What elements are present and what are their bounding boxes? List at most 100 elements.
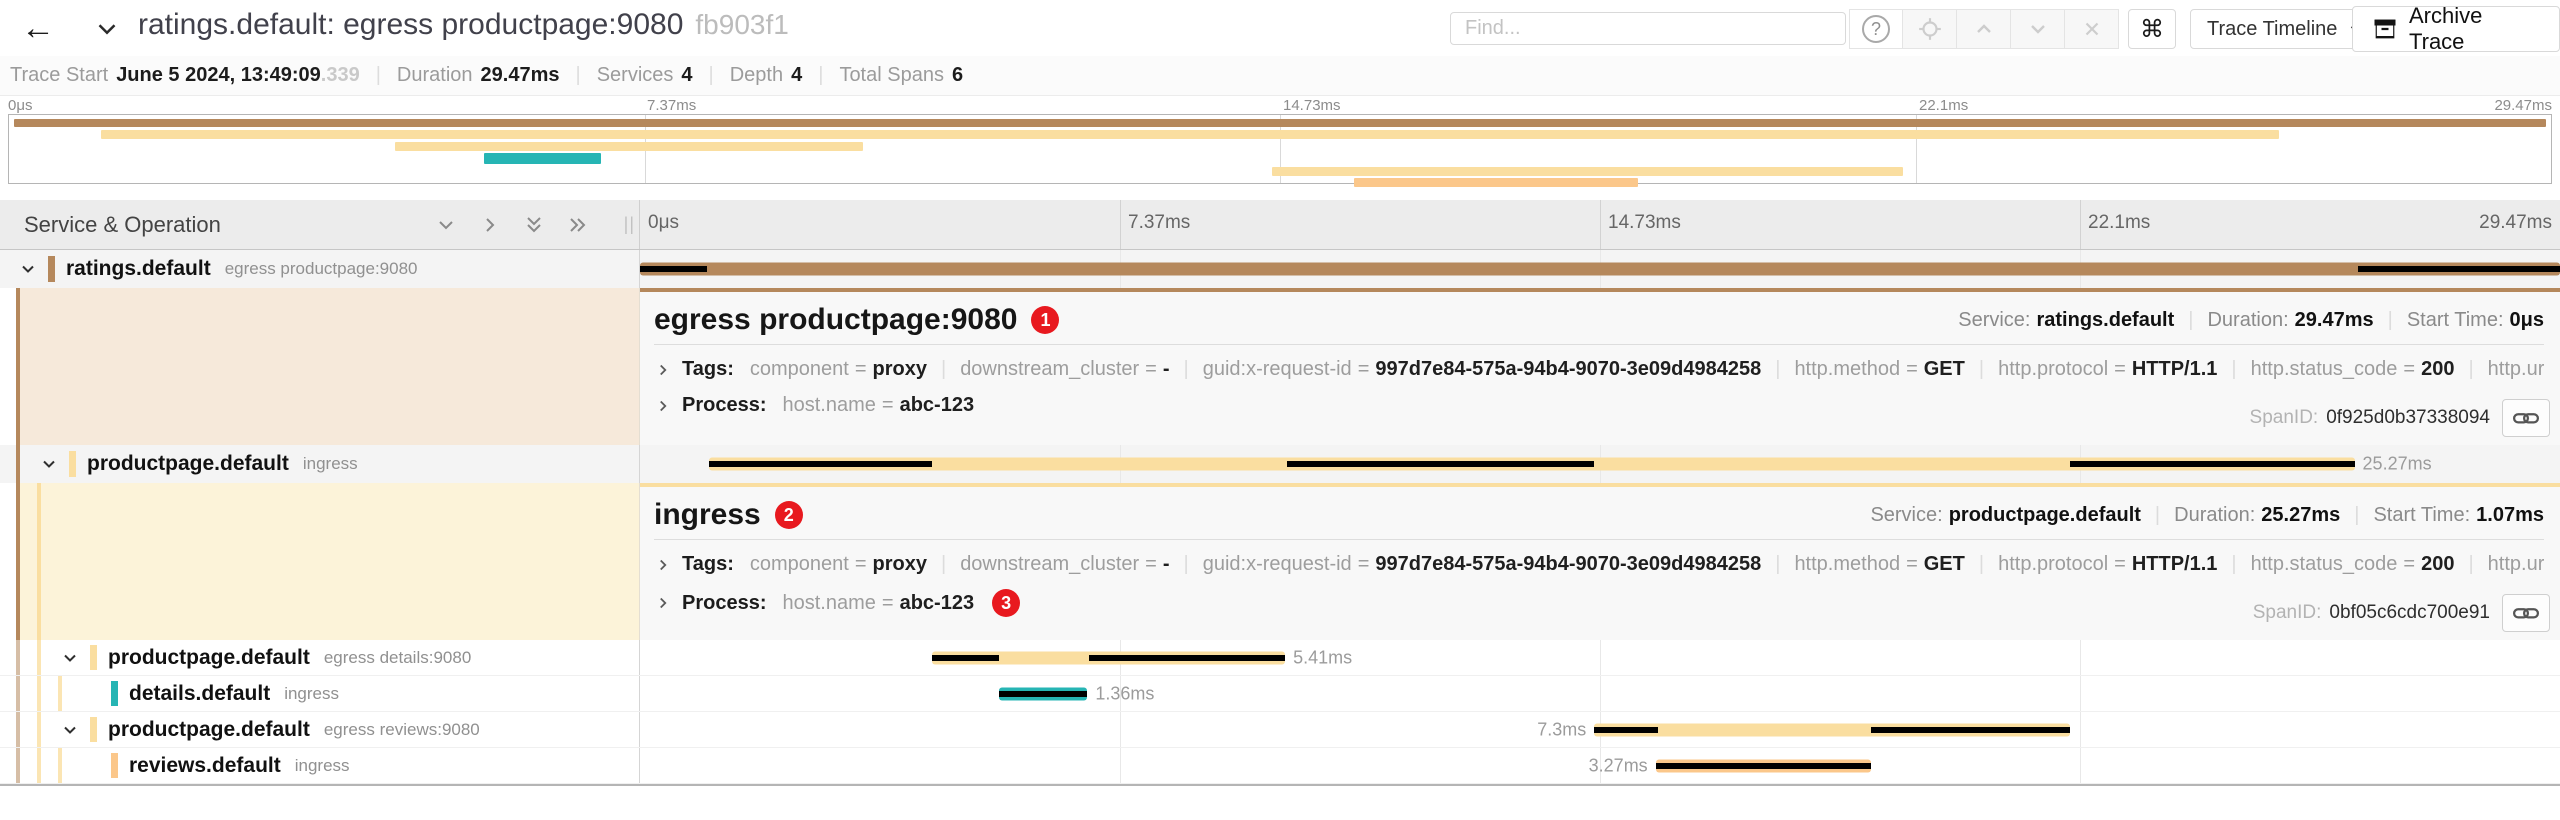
ruler-gridline — [1120, 200, 1121, 249]
span-row-productpage.default[interactable]: productpage.defaultegress reviews:90807.… — [0, 712, 2560, 748]
service-color-block — [90, 645, 97, 670]
process-key: host.name — [783, 394, 876, 417]
tag-key: component — [750, 358, 849, 381]
row-collapse-chevron-icon[interactable] — [39, 454, 59, 474]
span-name-cell[interactable]: reviews.defaultingress — [0, 748, 640, 783]
tag-key: guid:x-request-id — [1203, 553, 1352, 576]
span-bar[interactable] — [640, 263, 2560, 276]
summary-label: Trace Start — [10, 64, 108, 87]
expand-all-icon[interactable] — [565, 212, 591, 238]
deep-link-button[interactable] — [2502, 399, 2550, 437]
process-label: Process: — [682, 394, 767, 417]
clear-search-button[interactable] — [2065, 9, 2119, 49]
operation-name: egress details:9080 — [324, 648, 471, 668]
tags-row[interactable]: Tags:component=proxy|downstream_cluster=… — [654, 553, 2544, 576]
prev-result-button[interactable] — [1957, 9, 2011, 49]
row-gridline — [1120, 748, 1121, 783]
row-gridline — [1600, 640, 1601, 675]
locate-span-button[interactable] — [1903, 9, 1957, 49]
critical-path-segment — [640, 266, 707, 272]
meta-separator: | — [2188, 309, 2193, 332]
span-timeline-cell[interactable] — [640, 250, 2560, 288]
summary-value: 6 — [952, 64, 963, 87]
indent-guide — [16, 712, 20, 747]
expand-one-icon[interactable] — [477, 212, 503, 238]
span-row-reviews.default[interactable]: reviews.defaultingress3.27ms — [0, 748, 2560, 784]
span-id-value: 0bf05c6cdc700e91 — [2329, 602, 2490, 624]
tag-value: - — [1163, 358, 1170, 381]
row-gridline — [2080, 676, 2081, 711]
span-row-details.default[interactable]: details.defaultingress1.36ms — [0, 676, 2560, 712]
row-gridline — [1120, 712, 1121, 747]
column-resizer-handle[interactable]: || — [624, 214, 635, 235]
minimap-tick-label: 7.37ms — [647, 97, 696, 114]
span-name-cell[interactable]: productpage.defaultegress reviews:9080 — [0, 712, 640, 747]
trace-id: fb903f1 — [695, 9, 788, 40]
indent-guide — [37, 712, 41, 747]
keyboard-shortcuts-button[interactable]: ⌘ — [2128, 9, 2176, 49]
equals: = — [882, 394, 894, 417]
back-arrow-icon[interactable]: ← — [18, 8, 58, 48]
chevron-right-icon — [654, 594, 672, 612]
minimap-canvas[interactable] — [8, 114, 2552, 184]
annotation-badge: 2 — [775, 501, 803, 529]
tag-key: http.status_code — [2251, 358, 2398, 381]
span-timeline-cell[interactable]: 7.3ms — [640, 712, 2560, 747]
span-timeline-cell[interactable]: 3.27ms — [640, 748, 2560, 783]
tag-key: http.status_code — [2251, 553, 2398, 576]
find-input[interactable] — [1463, 16, 1845, 41]
span-detail-header[interactable]: egress productpage:90801Service:ratings.… — [654, 298, 2544, 342]
tag-value: GET — [1924, 553, 1965, 576]
tag-separator: | — [2468, 553, 2473, 576]
minimap-tick-label: 14.73ms — [1283, 97, 1341, 114]
collapse-one-icon[interactable] — [433, 212, 459, 238]
tag-value: proxy — [873, 553, 927, 576]
tag-key: guid:x-request-id — [1203, 358, 1352, 381]
chevron-right-icon — [654, 361, 672, 379]
help-button[interactable]: ? — [1849, 9, 1903, 49]
service-label: Service: — [1870, 504, 1942, 527]
service-operation-header: Service & Operation || — [0, 200, 640, 249]
trace-summary-bar: Trace StartJune 5 2024, 13:49:09.339|Dur… — [0, 56, 2560, 96]
span-detail-header[interactable]: ingress2Service:productpage.default|Dura… — [654, 493, 2544, 537]
collapse-all-icon[interactable] — [521, 212, 547, 238]
equals: = — [2403, 553, 2415, 576]
span-row-productpage.default[interactable]: productpage.defaultingress25.27ms — [0, 445, 2560, 483]
span-timeline-cell[interactable]: 1.36ms — [640, 676, 2560, 711]
title-chevron-down-icon[interactable] — [92, 14, 122, 44]
span-name-cell[interactable]: details.defaultingress — [0, 676, 640, 711]
span-timeline-cell[interactable]: 5.41ms — [640, 640, 2560, 675]
service-value: productpage.default — [1949, 504, 2141, 527]
span-row-ratings.default[interactable]: ratings.defaultegress productpage:9080 — [0, 250, 2560, 288]
critical-path-segment — [1594, 727, 1657, 733]
tags-row[interactable]: Tags:component=proxy|downstream_cluster=… — [654, 358, 2544, 381]
row-collapse-chevron-icon[interactable] — [60, 720, 80, 740]
minimap-tick-label: 0μs — [8, 97, 33, 114]
deep-link-button[interactable] — [2502, 594, 2550, 632]
ruler-gridline — [2080, 200, 2081, 249]
operation-name: egress productpage:9080 — [225, 259, 418, 279]
archive-trace-button[interactable]: Archive Trace — [2352, 6, 2560, 52]
span-name-cell[interactable]: ratings.defaultegress productpage:9080 — [0, 250, 640, 288]
equals: = — [2114, 553, 2126, 576]
row-collapse-chevron-icon[interactable] — [18, 259, 38, 279]
operation-name: ingress — [284, 684, 339, 704]
service-name: productpage.default — [108, 646, 310, 670]
span-row-productpage.default[interactable]: productpage.default egress details:9080 5.… — [0, 640, 2560, 676]
tag-key: http.protocol — [1998, 553, 2108, 576]
summary-value: 4 — [681, 64, 692, 87]
chevron-up-icon — [1972, 17, 1996, 41]
equals: = — [2114, 358, 2126, 381]
next-result-button[interactable] — [2011, 9, 2065, 49]
span-timeline-cell[interactable]: 25.27ms — [640, 445, 2560, 483]
equals: = — [855, 358, 867, 381]
tag-value: proxy — [873, 358, 927, 381]
ruler-tick-label: 7.37ms — [1128, 212, 1190, 234]
span-name-cell[interactable]: productpage.default egress details:9080 — [0, 640, 640, 675]
row-collapse-chevron-icon[interactable] — [60, 648, 80, 668]
tag-value: HTTP/1.1 — [2132, 358, 2218, 381]
indent-guide — [16, 288, 20, 445]
service-color-block — [111, 753, 118, 778]
span-name-cell[interactable]: productpage.defaultingress — [0, 445, 640, 483]
ruler-tick-label: 29.47ms — [2479, 212, 2552, 234]
